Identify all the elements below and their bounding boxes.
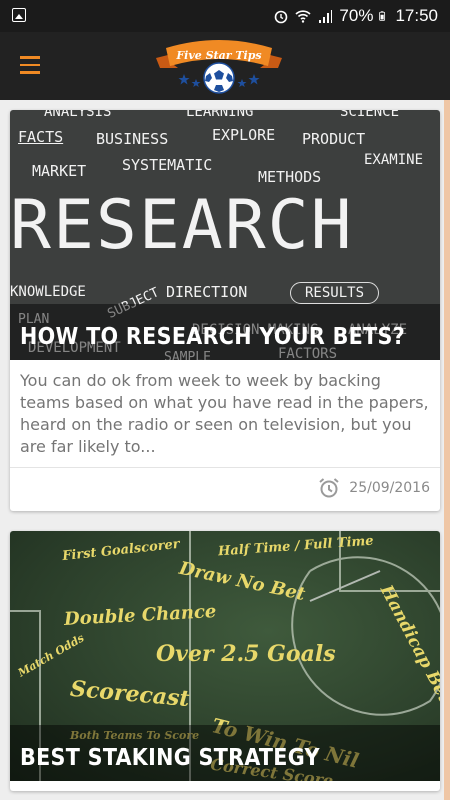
battery-percent: 70%: [339, 6, 374, 25]
board-word: EXAMINE: [364, 152, 424, 168]
article-title[interactable]: BEST STAKING STRATEGY: [20, 745, 320, 771]
five-star-tips-logo: Five Star Tips: [156, 40, 282, 94]
status-icons: 70% 17:50: [273, 6, 438, 26]
board-word: DIRECTION: [166, 283, 248, 301]
board-word-research: RESEARCH: [10, 186, 354, 265]
article-card[interactable]: First Goalscorer Half Time / Full Time D…: [10, 531, 440, 791]
signal-icon: [319, 10, 333, 23]
clock: 17:50: [395, 6, 438, 25]
board-word: METHODS: [258, 168, 322, 186]
side-peek: [444, 100, 450, 800]
app-bar: Five Star Tips: [0, 32, 450, 100]
board-word: SYSTEMATIC: [122, 156, 213, 174]
board-word: RESULTS: [290, 282, 380, 304]
article-image-research: ANALYSIS LEARNING SCIENCE FACTS BUSINESS…: [10, 110, 440, 360]
hamburger-menu-icon[interactable]: [20, 56, 40, 74]
board-word: FACTS: [18, 128, 64, 146]
article-meta: 25/09/2016: [317, 476, 430, 500]
board-word: SCIENCE: [340, 110, 400, 120]
article-title-overlay: HOW TO RESEARCH YOUR BETS?: [10, 304, 440, 360]
article-image-staking: First Goalscorer Half Time / Full Time D…: [10, 531, 440, 781]
status-bar: 70% 17:50: [0, 0, 450, 32]
battery-icon: [379, 11, 386, 21]
board-word: MARKET: [32, 162, 87, 180]
wifi-icon: [295, 10, 311, 23]
board-word: Over 2.5 Goals: [156, 641, 336, 667]
article-excerpt: You can do ok from week to week by backi…: [20, 371, 429, 456]
gallery-notification-icon: [12, 8, 26, 22]
article-title-overlay: BEST STAKING STRATEGY: [10, 725, 440, 781]
svg-text:Five Star Tips: Five Star Tips: [175, 49, 261, 62]
article-card[interactable]: ANALYSIS LEARNING SCIENCE FACTS BUSINESS…: [10, 110, 440, 511]
board-word: LEARNING: [186, 110, 254, 120]
board-word: EXPLORE: [212, 126, 276, 144]
card-divider: [10, 467, 440, 468]
article-date: 25/09/2016: [349, 480, 430, 496]
alarm-icon: [275, 10, 288, 24]
article-title[interactable]: HOW TO RESEARCH YOUR BETS?: [20, 324, 405, 350]
board-word: PRODUCT: [302, 130, 366, 148]
board-word: ANALYSIS: [44, 110, 112, 120]
alarm-clock-icon: [319, 478, 339, 498]
board-word: BUSINESS: [96, 130, 169, 148]
board-word: KNOWLEDGE: [10, 284, 86, 300]
